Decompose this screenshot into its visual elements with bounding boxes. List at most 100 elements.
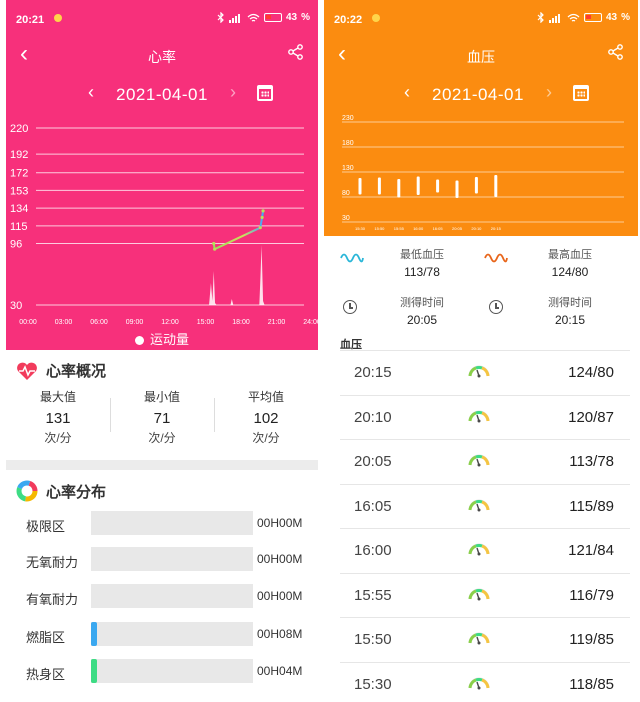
signal-icon — [548, 13, 560, 23]
heart-rate-chart: 220 192 172 153 134 115 96 30 00:00 03:00 06:00 09:… — [10, 123, 318, 326]
battery-percent: 43 — [285, 12, 298, 23]
zone-row: 极限区 00H00M — [6, 511, 318, 535]
record-row[interactable]: 20:05 113/78 — [340, 439, 630, 483]
heart-rate-point — [213, 247, 217, 251]
x-tick-label: 24:00 — [303, 319, 318, 326]
status-bar: 20:21 43% — [16, 12, 310, 26]
calendar-icon[interactable] — [257, 85, 273, 101]
x-tick-label: 20:15 — [491, 226, 502, 231]
record-row[interactable]: 20:10 120/87 — [340, 394, 630, 439]
bp-bar — [397, 179, 401, 198]
y-tick-label: 220 — [10, 123, 28, 135]
x-tick-label: 15:30 — [355, 226, 366, 231]
bp-bar — [358, 178, 362, 195]
gauge-icon — [468, 409, 490, 428]
status-time: 20:22 — [334, 14, 363, 26]
next-day-chevron-icon[interactable]: › — [230, 82, 236, 103]
y-tick-label: 96 — [10, 239, 22, 251]
status-bar: 20:22 43% — [334, 12, 630, 26]
previous-day-chevron-icon[interactable]: ‹ — [404, 82, 410, 103]
zone-row: 无氧耐力 00H00M — [6, 547, 318, 571]
low-pressure-wave-icon — [340, 253, 364, 263]
record-row[interactable]: 15:30 118/85 — [340, 661, 630, 702]
activity-area — [209, 245, 265, 305]
notification-icon — [54, 14, 62, 22]
zone-bar-fill — [91, 622, 97, 646]
record-value: 116/79 — [569, 586, 614, 604]
bluetooth-icon — [217, 12, 224, 23]
zone-donut-icon — [16, 480, 38, 502]
record-row[interactable]: 20:15 124/80 — [340, 350, 630, 394]
blood-pressure-screen: 20:22 43% ‹ 血压 ‹ 2021-04-01 › 230 180 13… — [324, 0, 638, 702]
x-tick-label: 20:10 — [471, 226, 482, 231]
blood-pressure-header-panel: 20:22 43% ‹ 血压 ‹ 2021-04-01 › 230 180 13… — [324, 0, 638, 236]
zone-time: 00H00M — [257, 589, 303, 603]
record-row[interactable]: 16:05 115/89 — [340, 483, 630, 528]
bluetooth-icon — [537, 12, 544, 23]
gauge-icon — [468, 453, 490, 472]
y-tick-label: 153 — [10, 185, 28, 197]
page-title: 血压 — [467, 49, 495, 65]
calendar-icon[interactable] — [573, 85, 589, 101]
record-time: 20:05 — [354, 453, 392, 470]
record-value: 119/85 — [569, 631, 614, 648]
x-tick-label: 15:00 — [197, 319, 215, 326]
low-pressure-cell: 最低血压 113/78 — [400, 249, 444, 279]
zone-time: 00H08M — [257, 627, 303, 641]
zone-bar — [91, 511, 253, 535]
high-time-cell: 测得时间 20:15 — [548, 297, 592, 327]
overview-header: 心率概况 — [16, 360, 106, 381]
title-bar: ‹ 血压 — [324, 38, 638, 72]
bp-bar — [377, 177, 381, 195]
record-time: 16:05 — [354, 497, 392, 515]
bp-bar — [436, 179, 440, 193]
previous-day-chevron-icon[interactable]: ‹ — [88, 82, 94, 103]
next-day-chevron-icon[interactable]: › — [546, 82, 552, 103]
x-tick-label: 15:55 — [394, 226, 405, 231]
clock-icon — [489, 300, 503, 314]
share-icon[interactable] — [608, 44, 624, 60]
signal-icon — [228, 13, 240, 23]
notification-icon — [372, 14, 380, 22]
zone-label: 燃脂区 — [26, 630, 66, 645]
record-time: 16:00 — [354, 542, 392, 559]
heart-rate-point — [258, 226, 262, 230]
high-pressure-cell: 最高血压 124/80 — [548, 249, 592, 279]
y-tick-label: 130 — [342, 165, 354, 172]
page-title: 心率 — [148, 49, 176, 65]
selected-date[interactable]: 2021-04-01 — [432, 85, 524, 105]
x-tick-label: 15:50 — [374, 226, 385, 231]
y-tick-label: 230 — [342, 115, 354, 122]
zones-header: 心率分布 — [16, 480, 106, 502]
record-row[interactable]: 15:50 119/85 — [340, 617, 630, 661]
record-row[interactable]: 16:00 121/84 — [340, 528, 630, 572]
x-tick-label: 16:05 — [433, 226, 444, 231]
zone-label: 极限区 — [26, 519, 66, 534]
clock-icon — [343, 300, 357, 314]
stat-average: 平均值 102 次/分 — [214, 388, 318, 446]
zone-time: 00H04M — [257, 664, 303, 678]
record-value: 118/85 — [569, 675, 614, 693]
record-row[interactable]: 15:55 116/79 — [340, 572, 630, 617]
y-tick-label: 192 — [10, 149, 28, 161]
y-tick-label: 30 — [342, 215, 350, 222]
share-icon[interactable] — [288, 44, 304, 60]
bp-bar — [474, 177, 478, 194]
wifi-icon — [567, 13, 580, 22]
record-time: 15:55 — [354, 586, 392, 604]
battery-percent: 43 — [605, 12, 618, 23]
battery-icon — [263, 13, 282, 22]
gauge-icon — [468, 631, 490, 650]
zone-time: 00H00M — [257, 516, 303, 530]
date-selector: ‹ 2021-04-01 › — [6, 78, 318, 112]
heart-rate-screen: 20:21 43% ‹ 心率 ‹ 2021-04-01 › 220 192 17… — [6, 0, 318, 702]
y-tick-label: 134 — [10, 203, 28, 215]
gauge-icon — [468, 542, 490, 561]
zone-time: 00H00M — [257, 552, 303, 566]
y-tick-label: 172 — [10, 168, 28, 180]
x-tick-label: 18:00 — [232, 319, 250, 326]
record-time: 20:10 — [354, 408, 392, 426]
selected-date[interactable]: 2021-04-01 — [116, 85, 208, 105]
zone-row: 热身区 00H04M — [6, 659, 318, 683]
zone-bar — [91, 659, 253, 683]
